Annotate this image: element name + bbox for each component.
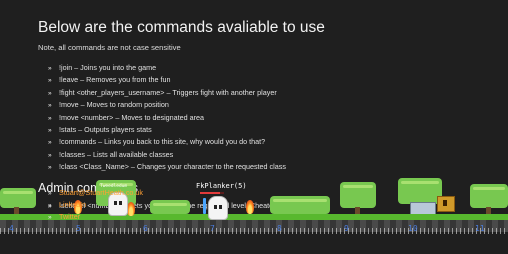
command-text: !leave – Removes you from the fun — [59, 75, 171, 85]
health-fill — [200, 192, 221, 194]
position-tick: 8 — [277, 224, 282, 233]
command-text: !commands – Links you back to this site,… — [59, 137, 266, 147]
list-item: » !move – Moves to random position — [48, 99, 498, 111]
fire-icon — [246, 200, 254, 214]
link-text: Stuart@StuartHeath.co.uk — [59, 188, 144, 197]
chevron-icon: » — [48, 114, 52, 122]
command-text: !join – Joins you into the game — [59, 63, 157, 72]
chevron-icon: » — [48, 214, 52, 221]
position-tick: 6 — [143, 224, 148, 233]
position-tick: 10 — [408, 224, 418, 233]
player-health-bar — [200, 192, 224, 194]
position-tick: 5 — [76, 224, 81, 233]
link-text: Twitter — [59, 212, 81, 221]
list-item: » !join – Joins you into the game — [48, 62, 498, 74]
chevron-icon: » — [48, 190, 52, 197]
chevron-icon: » — [48, 202, 52, 209]
chevron-icon: » — [48, 65, 52, 72]
email-link[interactable]: » Stuart@StuartHeath.co.uk — [48, 187, 143, 199]
command-text: !move – Moves to random position — [59, 100, 169, 110]
tree — [470, 184, 508, 208]
chevron-icon: » — [48, 77, 52, 85]
chevron-icon: » — [48, 89, 52, 97]
question-block — [437, 196, 455, 212]
eye — [219, 205, 222, 209]
position-tick: 11 — [475, 224, 485, 233]
chevron-icon: » — [48, 102, 52, 110]
page-heading: Below are the commands avaliable to use — [38, 19, 325, 36]
bush — [270, 196, 330, 214]
twitter-link[interactable]: » Twitter — [48, 211, 143, 223]
position-tick: 7 — [210, 224, 215, 233]
contact-links: » Stuart@StuartHeath.co.uk » LinkedIn » Twi… — [48, 187, 143, 223]
tree — [340, 182, 376, 208]
command-list: » !join – Joins you into the game » !leave… — [38, 62, 498, 174]
list-item: » !classes – Lists all available classes — [48, 149, 498, 161]
list-item: » !leave – Removes you from the fun — [48, 74, 498, 86]
position-tick: 4 — [9, 224, 14, 233]
command-text: !fight <other_players_username> – Trigge… — [59, 87, 277, 97]
eye — [214, 205, 217, 209]
chevron-icon: » — [48, 139, 52, 147]
linkedin-link[interactable]: » LinkedIn — [48, 199, 143, 211]
bush — [150, 200, 190, 214]
link-text: LinkedIn — [59, 200, 87, 209]
chevron-icon: » — [48, 151, 52, 159]
tree — [0, 188, 36, 208]
command-text: !stats – Outputs players stats — [59, 125, 152, 135]
tree — [398, 178, 442, 204]
player-character — [208, 196, 228, 220]
command-text: !classes – Lists all available classes — [59, 149, 174, 159]
list-item: » !move <number> – Moves to designated ar… — [48, 112, 498, 124]
position-tick: 9 — [344, 224, 349, 233]
chevron-icon: » — [48, 127, 52, 135]
list-item: » !stats – Outputs players stats — [48, 124, 498, 136]
player-name: FkPlanker(5) — [196, 182, 247, 190]
list-item: » !commands – Links you back to this site… — [48, 136, 498, 148]
list-item: » !fight <other_players_username> – Trigg… — [48, 87, 498, 99]
case-note: Note, all commands are not case sensitiv… — [38, 43, 181, 52]
sword-icon — [203, 198, 206, 214]
command-text: !move <number> – Moves to designated are… — [59, 112, 205, 122]
